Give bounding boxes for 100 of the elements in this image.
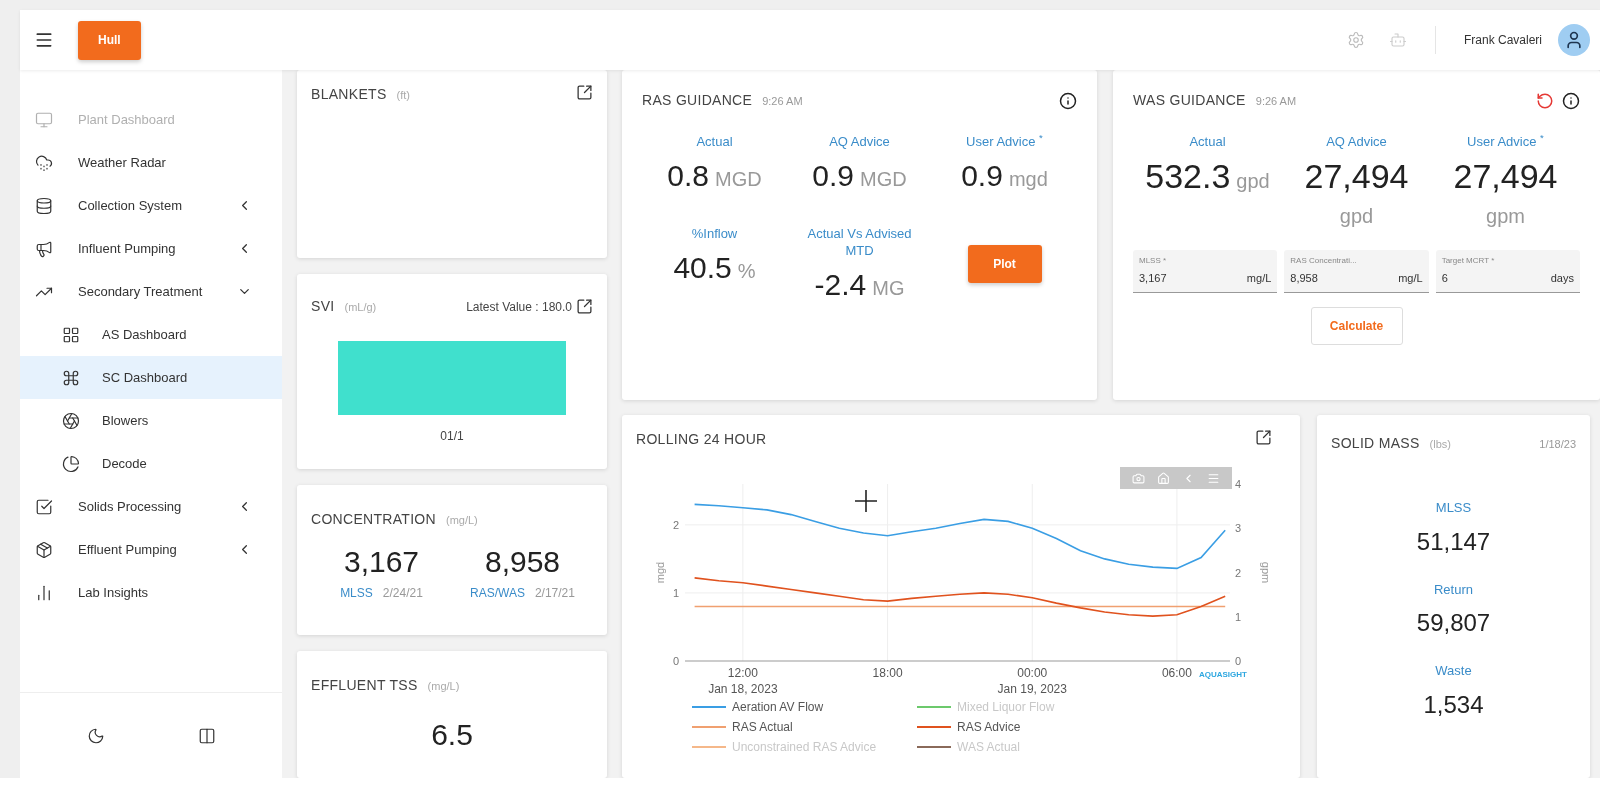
axis-label: mgd (654, 561, 666, 584)
sidebar-label: Decode (102, 454, 148, 473)
megaphone-icon (35, 239, 53, 258)
user-icon (1564, 30, 1584, 50)
metric-value: -2.4 (814, 267, 867, 303)
field-value: 8,958 (1290, 271, 1318, 286)
card-title: SVI (311, 297, 335, 316)
card-unit: (lbs) (1429, 437, 1451, 452)
external-link-icon[interactable] (576, 84, 593, 101)
axis-tick-label: 0 (1235, 655, 1242, 667)
axis-label: gpm (1260, 561, 1272, 584)
metric-value: 27,494 (1304, 156, 1409, 196)
sidebar-label: Lab Insights (78, 583, 150, 602)
input-field[interactable]: RAS Concentrati... 8,958 mg/L (1284, 250, 1429, 293)
metric-unit: % (737, 259, 756, 284)
bar-label: 01/1 (440, 428, 464, 445)
sidebar-label: SC Dashboard (102, 368, 189, 387)
concentration-label: RAS/WAS (470, 585, 525, 602)
field-label: Target MCRT * (1441, 255, 1496, 267)
legend-item[interactable]: RAS Advice (957, 720, 1021, 734)
legend-item[interactable]: RAS Actual (732, 720, 793, 734)
pie-chart-icon (62, 454, 80, 473)
command-icon (62, 368, 80, 387)
card-unit: (ft) (396, 88, 410, 103)
plus-icon (854, 489, 878, 513)
axis-tick-label: 18:00 (872, 666, 903, 680)
columns-icon (197, 726, 216, 745)
metric-value: 0.9 (812, 158, 854, 194)
axis-tick-label: 06:00 (1161, 666, 1192, 680)
mass-label: Return (1434, 580, 1473, 599)
metric-value: 27,494 (1453, 156, 1558, 196)
card-date: 1/18/23 (1539, 437, 1576, 452)
sidebar-label: Plant Dashboard (78, 110, 176, 129)
sidebar-item[interactable]: SC Dashboard (20, 356, 282, 399)
card-unit: (mL/g) (344, 300, 377, 315)
brand-label: AQUASIGHT (1198, 670, 1247, 679)
card-title: RAS GUIDANCE (642, 91, 753, 110)
mass-label: Waste (1435, 662, 1472, 680)
info-icon[interactable] (1562, 91, 1580, 110)
sidebar-item[interactable]: Weather Radar (20, 141, 282, 184)
card-title: BLANKETS (311, 85, 387, 104)
field-unit: mg/L (1398, 271, 1423, 286)
axis-tick-label: 00:00 Jan 19, 2023 (997, 666, 1067, 696)
field-label: MLSS * (1139, 255, 1168, 267)
avatar[interactable] (1558, 24, 1590, 56)
axis-tick-label: 2 (1235, 566, 1242, 579)
mass-value: 51,147 (1416, 526, 1491, 557)
metric-label: User Advice $^{*}$ (1467, 133, 1544, 150)
sidebar-item[interactable]: Decode (20, 442, 282, 485)
sidebar-item[interactable]: Lab Insights (20, 571, 282, 614)
moon-icon (86, 726, 105, 745)
info-icon[interactable] (1059, 91, 1077, 110)
concentration-date: 2/17/21 (534, 585, 575, 602)
sidebar-item[interactable]: Secondary Treatment (20, 270, 282, 313)
user-name: Frank Cavaleri (1463, 32, 1542, 49)
reset-icon[interactable] (1536, 91, 1554, 110)
metric-unit: MGD (715, 167, 762, 192)
monitor-icon (35, 110, 53, 129)
card-title: CONCENTRATION (311, 510, 436, 529)
input-field[interactable]: MLSS * 3,167 mg/L (1133, 250, 1278, 293)
sidebar-item[interactable]: AS Dashboard (20, 313, 282, 356)
sidebar-label: Solids Processing (78, 497, 183, 516)
card-title: EFFLUENT TSS (311, 676, 418, 695)
sidebar-label: Effluent Pumping (78, 540, 178, 559)
metric-unit: mgd (1008, 167, 1048, 192)
database-icon (35, 196, 53, 215)
external-link-icon[interactable] (576, 298, 593, 315)
field-unit: mg/L (1246, 271, 1272, 286)
metric-unit: gpd (1339, 204, 1374, 229)
axis-tick-label: 12:00 Jan 18, 2023 (708, 666, 778, 696)
sidebar-label: Secondary Treatment (78, 282, 204, 301)
card-title: SOLID MASS (1331, 434, 1420, 453)
input-field[interactable]: Target MCRT * 6 days (1435, 250, 1580, 293)
sidebar-item[interactable]: Solids Processing (20, 485, 282, 528)
sidebar-item[interactable]: Collection System (20, 184, 282, 227)
card-unit: (mg/L) (427, 679, 460, 694)
card-time: 9:26 AM (762, 94, 803, 109)
field-value: 3,167 (1139, 271, 1167, 286)
card-title: WAS GUIDANCE (1133, 91, 1246, 110)
sidebar-item[interactable]: Effluent Pumping (20, 528, 282, 571)
metric-value: 532.3 (1145, 156, 1231, 196)
sidebar-item[interactable]: Blowers (20, 399, 282, 442)
metric-unit: MG (872, 276, 905, 301)
sidebar-label: Blowers (102, 411, 150, 430)
legend-item[interactable]: Aeration AV Flow (732, 700, 824, 714)
sidebar-item[interactable]: Influent Pumping (20, 227, 282, 270)
sidebar-label: Influent Pumping (78, 239, 177, 258)
bar-chart-icon (35, 583, 53, 602)
tss-value: 6.5 (431, 718, 473, 751)
concentration-date: 2/24/21 (382, 585, 423, 602)
field-unit: days (1550, 271, 1574, 286)
external-link-icon[interactable] (1255, 429, 1272, 446)
sidebar-label: Collection System (78, 196, 184, 215)
metric-value: 0.9 (961, 158, 1003, 194)
axis-tick-label: 2 (672, 518, 679, 531)
metric-label: %Inflow (691, 225, 738, 242)
axis-tick-label: 3 (1235, 522, 1242, 535)
checkbox-icon (35, 497, 53, 516)
mass-value: 59,807 (1416, 608, 1491, 638)
sidebar-label: AS Dashboard (102, 325, 188, 344)
